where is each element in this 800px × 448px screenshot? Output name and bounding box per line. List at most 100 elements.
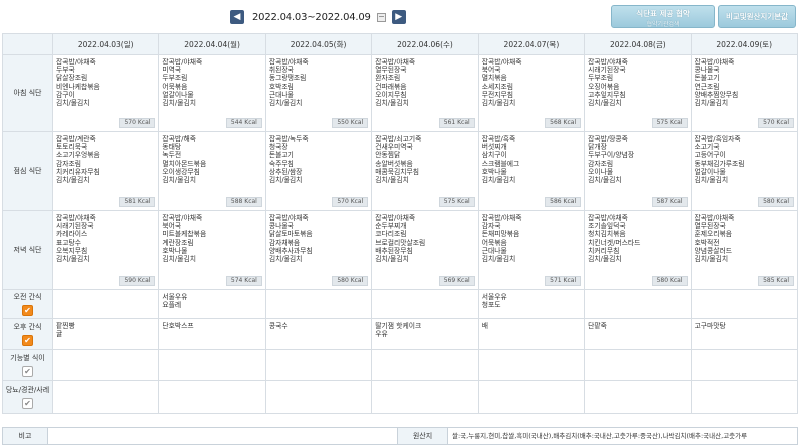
menu-cell[interactable]: 잡곡밥/야채죽 콩나물국 돈불고기 연근조림 양배추찜앙무침 김치/물김치 570 Kcal: [690, 54, 799, 132]
day-header: 2022.04.08(금): [584, 33, 692, 55]
menu-item: 잡곡밥/야채죽: [162, 214, 203, 222]
day-header: 2022.04.07(목): [477, 33, 586, 55]
menu-cell[interactable]: [584, 349, 692, 381]
menu-cell[interactable]: 단팥죽: [584, 318, 692, 350]
menu-item: 양배추찜앙무침: [694, 90, 739, 99]
row-label: 저녁 식단: [2, 210, 53, 290]
menu-cell[interactable]: [51, 289, 160, 319]
menu-cell[interactable]: 배: [477, 318, 586, 350]
menu-cell[interactable]: [371, 349, 479, 381]
menu-cell[interactable]: 잡곡밥/야채죽 두부국 닭살장조림 비엔나케찹볶음 감구이 김치/물김치 570 Kcal: [51, 54, 160, 132]
row-label-text: 오후 간식: [13, 323, 42, 331]
menu-cell[interactable]: [158, 349, 266, 381]
menu-cell[interactable]: 잡곡밥/땅콩죽 닭개장 두부구이/양념장 감자조림 오이나물 김치/물김치 587 Kcal: [584, 131, 692, 211]
menu-item: 김치/물김치: [694, 99, 729, 108]
menu-cell[interactable]: 잡곡밥/야채죽 순두부찌개 코다리조림 브로컬리맛살조림 배추된장무침 김치/물김치 569…: [371, 210, 479, 290]
kcal-badge: 571 Kcal: [545, 276, 582, 286]
menu-item: 어묵볶음: [162, 82, 188, 91]
meal-row: 점심 식단 잡곡밥/계란죽 토토리묵국 소고기우엉볶음 감자조림 치커리유자무침 김치/물김…: [2, 131, 799, 211]
kcal-badge: 570 Kcal: [119, 118, 156, 128]
row-checkbox[interactable]: ✔: [22, 398, 33, 409]
menu-cell[interactable]: 고구마맛탕: [690, 318, 799, 350]
menu-item: 감자국: [481, 222, 501, 231]
menu-cell[interactable]: 잡곡밥/야채죽 열무된장국 훈제오리볶음 호박적전 양념콩살러드 김치/물김치 585 Kc…: [690, 210, 799, 290]
menu-cell[interactable]: [690, 349, 799, 381]
menu-item: 카레라이스: [56, 230, 88, 239]
menu-cell[interactable]: [477, 349, 586, 381]
menu-item: 김치/물김치: [588, 176, 622, 185]
row-label-text: 저녁 식단: [13, 246, 42, 254]
menu-item: 우유: [375, 330, 388, 339]
row-label-text: 아침 식단: [13, 89, 42, 97]
menu-cell[interactable]: 잡곡밥/야채죽 시래기된장국 카레라이스 표고탕수 오복지무침 김치/물김치 590 Kca…: [51, 210, 160, 290]
menu-cell[interactable]: 잡곡밥/야채죽 미역국 두부조림 어묵볶음 얼갈이나물 김치/물김치 544 Kcal: [158, 54, 266, 132]
menu-cell[interactable]: 잡곡밥/계란죽 토토리묵국 소고기우엉볶음 감자조림 치커리유자무침 김치/물김치 581 …: [51, 131, 160, 211]
row-label: 오전 간식 ✔: [2, 289, 53, 319]
menu-cell[interactable]: [51, 349, 160, 381]
menu-cell[interactable]: [264, 289, 373, 319]
calendar-icon[interactable]: [376, 12, 386, 22]
menu-item: 근대나물: [268, 90, 294, 99]
menu-item: 숙주무침: [268, 159, 294, 168]
kcal-badge: 585 Kcal: [758, 276, 794, 286]
menu-cell[interactable]: 잡곡밥/해죽 동태탕 녹두전 멸치아몬드볶음 오이생강무침 김치/물김치 588 Kcal: [158, 131, 266, 211]
menu-cell[interactable]: 잡곡밥/쇠고기죽 건새우미역국 안동찜닭 송알버섯볶음 매콤묵김치무침 김치/물김치 575…: [371, 131, 479, 211]
menu-item: 김치/물김치: [56, 99, 90, 108]
menu-cell[interactable]: [690, 289, 799, 319]
menu-item: 연근조림: [694, 82, 720, 91]
menu-cell[interactable]: [158, 380, 266, 414]
menu-cell[interactable]: 잡곡밥/야채죽 시래기된장국 두부조림 오징어볶음 고추잎지무침 김치/물김치 575 Kc…: [584, 54, 692, 132]
menu-cell[interactable]: 콩국수: [264, 318, 373, 350]
menu-item: 호박적전: [694, 238, 720, 247]
row-label: 기능별 식이 ✔: [2, 349, 53, 381]
menu-item: 녹두전: [162, 151, 182, 160]
menu-cell[interactable]: [264, 380, 373, 414]
row-checkbox[interactable]: ✔: [22, 335, 33, 346]
menu-cell[interactable]: 팥찐빵 귤: [51, 318, 160, 350]
menu-cell[interactable]: 잡곡밥/야채죽 조기솔잎덕국 청치김치볶음 치킨너겟/머스타드 치커리무침 김치/물김치 5…: [584, 210, 692, 290]
menu-cell[interactable]: 잡곡밥/야채죽 열무된장국 완자조림 건파래볶음 오이지무침 김치/물김치 561 Kcal: [371, 54, 479, 132]
menu-cell[interactable]: 잡곡밥/야채죽 북어국 멸치볶음 소세지조림 무전지무침 김치/물김치 568 Kcal: [477, 54, 586, 132]
menu-cell[interactable]: [264, 349, 373, 381]
menu-item: 김치/물김치: [268, 99, 303, 108]
menu-cell[interactable]: [584, 289, 692, 319]
menu-cell[interactable]: 잡곡밥/흑죽 버섯찌개 삼치구이 스크램블에그 호박나물 김치/물김치 586 Kcal: [477, 131, 586, 211]
menu-item: 잡곡밥/야채죽: [268, 214, 309, 222]
compare-origin-default-button[interactable]: 비교및원산지기본값: [718, 5, 796, 28]
menu-item: 감자조림: [588, 159, 614, 168]
note-field[interactable]: [48, 428, 398, 444]
meal-plan-agreement-button[interactable]: 식단표 제공 협약 협약기관검색: [611, 5, 715, 28]
menu-cell[interactable]: 단호박스프: [158, 318, 266, 350]
next-week-button[interactable]: ▶: [391, 10, 406, 24]
menu-cell[interactable]: [477, 380, 586, 414]
menu-cell[interactable]: 서울우유 청포도: [477, 289, 586, 319]
menu-cell[interactable]: 서울우유 요플레: [158, 289, 266, 319]
menu-item: 멸치아몬드볶음: [162, 159, 207, 168]
day-header: 2022.04.06(수): [371, 33, 479, 55]
menu-cell[interactable]: 잡곡밥/야채죽 감자국 돈채피망볶음 어묵볶음 근대나물 김치/물김치 571 Kcal: [477, 210, 586, 290]
menu-cell[interactable]: [584, 380, 692, 414]
row-checkbox[interactable]: ✔: [22, 305, 33, 316]
menu-cell[interactable]: 잡곡밥/흑임자죽 소고기국 고등어구이 동부채김가루조림 얼갈이나물 김치/물김치 580 …: [690, 131, 799, 211]
date-range: 2022.04.03~2022.04.09: [252, 11, 371, 23]
menu-cell[interactable]: 잡곡밥/야채죽 북어국 미트볼케찹볶음 계란장조림 호박나물 김치/물김치 574 Kcal: [158, 210, 266, 290]
menu-cell[interactable]: [51, 380, 160, 414]
menu-cell[interactable]: 잡곡밥/녹두죽 청국장 돈볼고기 숙주무침 상추된/쌈장 김치/물김치 570 Kcal: [264, 131, 373, 211]
prev-week-button[interactable]: ◀: [230, 10, 244, 24]
menu-item: 멸치볶음: [481, 74, 507, 83]
menu-item: 건새우미역국: [375, 143, 413, 152]
menu-cell[interactable]: [371, 289, 479, 319]
row-checkbox[interactable]: ✔: [22, 366, 33, 377]
kcal-badge: 590 Kcal: [119, 276, 156, 286]
menu-item: 딸기잼 핫케이크: [375, 322, 422, 330]
menu-cell[interactable]: 잡곡밥/야채죽 취된장국 동그랑땡조림 호박조림 근대나물 김치/물김치 550 Kcal: [264, 54, 373, 132]
menu-cell[interactable]: [371, 380, 479, 414]
menu-item: 감자조림: [56, 159, 82, 168]
menu-cell[interactable]: 잡곡밥/야채죽 콩나물국 닭살토마토볶음 감자채볶음 양배추사과무침 김치/물김치 580 …: [264, 210, 373, 290]
menu-item: 조기솔잎덕국: [588, 222, 626, 231]
menu-cell[interactable]: 딸기잼 핫케이크 우유: [371, 318, 479, 350]
menu-item: 단호박스프: [162, 322, 194, 330]
row-label: 당뇨/경관/사레 ✔: [2, 380, 53, 414]
menu-cell[interactable]: [690, 380, 799, 414]
menu-item: 돈볼고기: [268, 151, 294, 160]
